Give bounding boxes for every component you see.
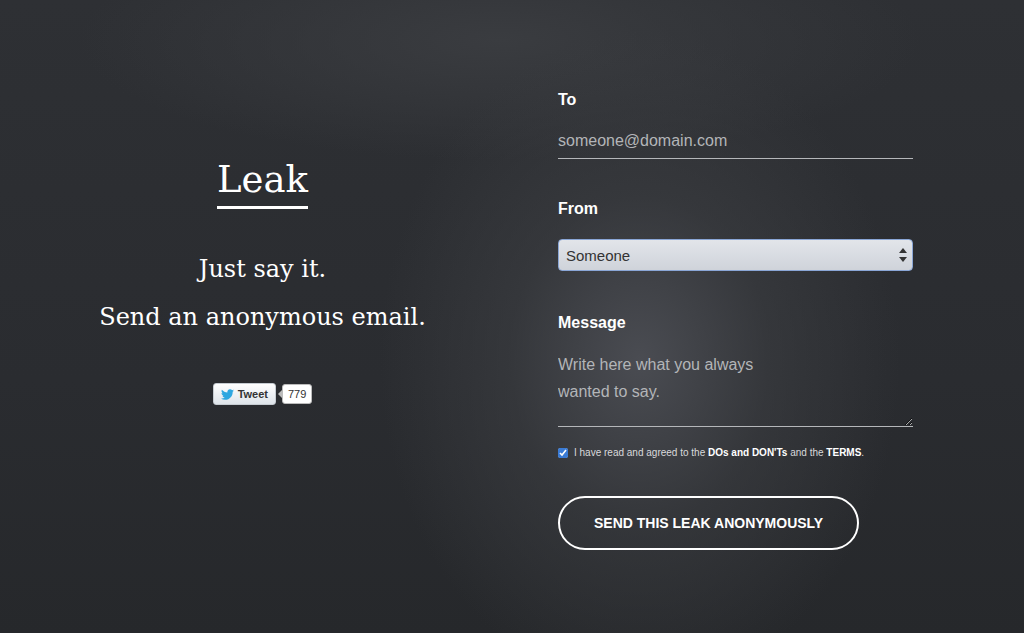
send-button[interactable]: SEND THIS LEAK ANONYMOUSLY <box>558 496 859 550</box>
brand-title: Leak <box>217 158 308 209</box>
message-textarea[interactable] <box>558 351 913 427</box>
select-arrows-icon <box>899 248 907 262</box>
tagline-line: Send an anonymous email. <box>99 293 426 341</box>
agreement-part: I have read and agreed to the <box>574 447 708 458</box>
to-label: To <box>558 90 913 110</box>
page: Leak Just say it.Send an anonymous email.… <box>0 0 1024 633</box>
twitter-bird-icon <box>221 388 234 401</box>
tweet-button[interactable]: Tweet <box>213 383 276 405</box>
agreement-checkbox[interactable] <box>558 448 568 458</box>
tagline-line: Just say it. <box>199 245 326 293</box>
from-select[interactable]: Someone <box>558 239 913 271</box>
hero: Leak Just say it.Send an anonymous email.… <box>0 0 525 633</box>
from-select-wrap: Someone <box>558 239 913 271</box>
agreement-row: I have read and agreed to the DOs and DO… <box>558 447 913 458</box>
agreement-part: . <box>861 447 864 458</box>
tweet-widget: Tweet 779 <box>213 383 313 405</box>
agreement-part: and the <box>787 447 826 458</box>
leak-form: To From Someone Message I have read and agre… <box>525 0 913 633</box>
agreement-link[interactable]: DOs and DON'Ts <box>708 447 787 458</box>
agreement-link[interactable]: TERMS <box>826 447 861 458</box>
agreement-text: I have read and agreed to the DOs and DO… <box>574 447 864 458</box>
to-input[interactable] <box>558 130 913 159</box>
tagline: Just say it.Send an anonymous email. <box>99 245 426 341</box>
from-label: From <box>558 199 913 219</box>
tweet-count: 779 <box>282 384 312 404</box>
message-label: Message <box>558 313 913 333</box>
